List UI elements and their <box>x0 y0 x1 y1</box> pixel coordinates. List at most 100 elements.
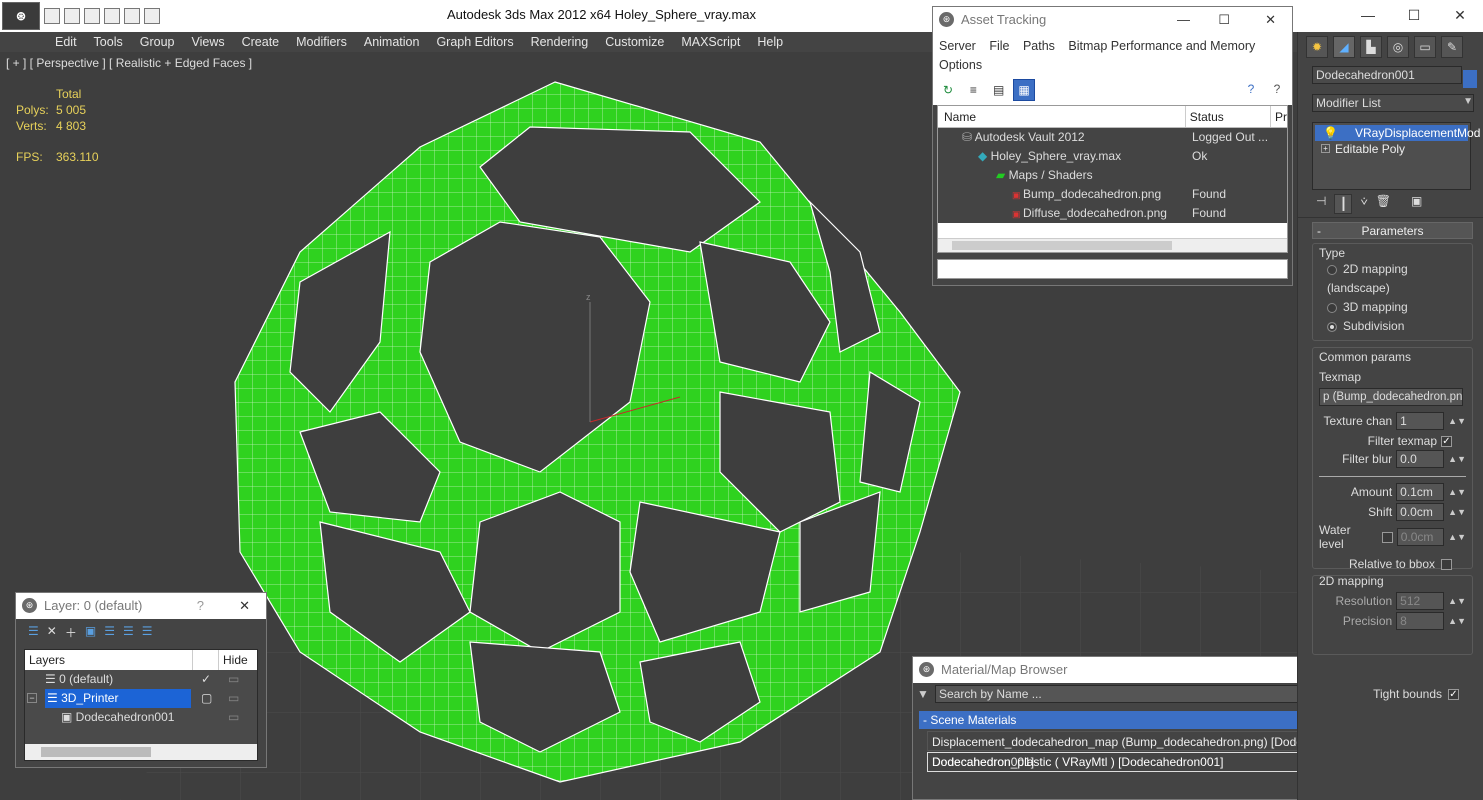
refresh-icon[interactable]: ↻ <box>937 80 959 102</box>
texmap-button[interactable]: p (Bump_dodecahedron.png) <box>1319 388 1463 406</box>
tight-bounds-row[interactable]: Tight bounds ✓ <box>1312 687 1473 701</box>
remove-modifier-icon[interactable]: 🗑 <box>1376 194 1391 213</box>
pin-stack-icon[interactable]: ⊣ <box>1316 194 1326 213</box>
help-icon[interactable]: ? <box>1240 79 1262 101</box>
motion-tab-icon[interactable]: ◎ <box>1387 36 1409 58</box>
make-unique-icon[interactable]: ⩒ <box>1360 194 1367 213</box>
hide-toggle[interactable]: ▭ <box>228 670 239 689</box>
collapse-icon[interactable]: − <box>27 693 37 703</box>
menu-group[interactable]: Group <box>140 32 187 52</box>
asset-minimize-button[interactable]: — <box>1177 7 1190 33</box>
layer-row[interactable]: − ☰ 3D_Printer ▢ ▭ <box>25 689 257 708</box>
filter-texmap-row[interactable]: Filter texmap ✓ <box>1319 434 1466 448</box>
layer-row[interactable]: ▣ Dodecahedron001 ▭ <box>25 708 257 727</box>
col-pr[interactable]: Pr <box>1271 106 1287 127</box>
tight-bounds-checkbox[interactable]: ✓ <box>1448 688 1459 700</box>
menu-views[interactable]: Views <box>191 32 236 52</box>
menu-create[interactable]: Create <box>242 32 292 52</box>
asset-menu-bitmap[interactable]: Bitmap Performance and Memory <box>1068 39 1255 53</box>
relative-bbox-checkbox[interactable] <box>1441 558 1452 570</box>
col-name[interactable]: Name <box>938 106 1186 127</box>
asset-tracking-titlebar[interactable]: ⊛ Asset Tracking — ☐ ✕ <box>933 7 1292 33</box>
minimize-button[interactable]: — <box>1345 0 1391 30</box>
table-view-icon[interactable]: ▦ <box>1013 79 1036 101</box>
layer-close-button[interactable]: ✕ <box>239 593 250 619</box>
asset-maximize-button[interactable]: ☐ <box>1218 7 1230 33</box>
utilities-tab-icon[interactable]: ✎ <box>1441 36 1463 58</box>
water-level-spinner[interactable]: ▲▼ <box>1448 532 1466 542</box>
create-tab-icon[interactable]: ✹ <box>1306 36 1328 58</box>
menu-modifiers[interactable]: Modifiers <box>296 32 359 52</box>
modifier-list-dropdown[interactable]: Modifier List <box>1312 94 1474 112</box>
menu-animation[interactable]: Animation <box>364 32 432 52</box>
filter-texmap-checkbox[interactable]: ✓ <box>1441 435 1452 447</box>
browser-options-icon[interactable]: ▼ <box>917 687 935 701</box>
context-help-icon[interactable]: ? <box>1266 79 1288 101</box>
type-radio-3d[interactable]: 3D mapping <box>1319 298 1466 317</box>
menu-help[interactable]: Help <box>757 32 795 52</box>
relative-bbox-row[interactable]: Relative to bbox <box>1319 557 1466 571</box>
shift-spinner[interactable]: ▲▼ <box>1448 507 1466 517</box>
layer-horizontal-scrollbar[interactable] <box>25 744 257 760</box>
asset-menu-paths[interactable]: Paths <box>1023 39 1055 53</box>
display-tab-icon[interactable]: ▭ <box>1414 36 1436 58</box>
col-hide[interactable]: Hide <box>219 650 248 670</box>
thumbnail-icon[interactable]: ▤ <box>987 80 1010 102</box>
shift-input[interactable]: 0.0cm <box>1396 503 1445 521</box>
bulb-icon[interactable]: 💡 <box>1323 125 1338 141</box>
resolution-input[interactable]: 512 <box>1396 592 1445 610</box>
layer-help-button[interactable]: ? <box>197 593 204 619</box>
amount-input[interactable]: 0.1cm <box>1396 483 1445 501</box>
layer-dialog-titlebar[interactable]: ⊛ Layer: 0 (default) ? ✕ <box>16 593 266 619</box>
configure-sets-icon[interactable]: ▣ <box>1411 194 1422 213</box>
menu-maxscript[interactable]: MAXScript <box>681 32 752 52</box>
hide-toggle[interactable]: ▭ <box>228 689 239 708</box>
precision-input[interactable]: 8 <box>1396 612 1445 630</box>
asset-close-button[interactable]: ✕ <box>1265 7 1276 33</box>
col-layers[interactable]: Layers <box>25 650 193 670</box>
delete-layer-icon[interactable]: ✕ <box>47 624 57 644</box>
new-layer-icon[interactable]: ☰ <box>28 624 39 644</box>
resolution-spinner[interactable]: ▲▼ <box>1448 596 1466 606</box>
list-icon[interactable]: ≡ <box>962 80 985 102</box>
stack-item-vraydisplacement[interactable]: 💡 VRayDisplacementMod <box>1315 125 1480 141</box>
menu-graph-editors[interactable]: Graph Editors <box>436 32 525 52</box>
hierarchy-tab-icon[interactable]: ▙ <box>1360 36 1382 58</box>
object-color-swatch[interactable] <box>1463 70 1477 88</box>
filter-blur-spinner[interactable]: ▲▼ <box>1448 454 1466 464</box>
add-to-layer-icon[interactable]: ＋ <box>65 624 77 644</box>
col-status[interactable]: Status <box>1186 106 1271 127</box>
current-layer-check-icon[interactable]: ✓ <box>201 670 211 689</box>
table-row[interactable]: ▣ Diffuse_dodecahedron.png Found <box>938 204 1287 223</box>
close-button[interactable]: ✕ <box>1437 0 1483 30</box>
asset-path-field[interactable] <box>937 259 1288 279</box>
menu-edit[interactable]: Edit <box>55 32 89 52</box>
expand-icon[interactable]: + <box>1321 144 1330 153</box>
menu-tools[interactable]: Tools <box>94 32 135 52</box>
filter-blur-input[interactable]: 0.0 <box>1396 450 1445 468</box>
layer-row[interactable]: ☰ 0 (default) ✓ ▭ <box>25 670 257 689</box>
stack-item-editable-poly[interactable]: + Editable Poly <box>1315 141 1468 157</box>
parameters-rollout-header[interactable]: - Parameters <box>1312 222 1473 239</box>
asset-menu-file[interactable]: File <box>989 39 1009 53</box>
water-level-checkbox[interactable] <box>1381 531 1393 543</box>
maximize-button[interactable]: ☐ <box>1391 0 1437 30</box>
table-row[interactable]: ▣ Bump_dodecahedron.png Found <box>938 185 1287 204</box>
viewport-label[interactable]: [ + ] [ Perspective ] [ Realistic + Edge… <box>6 56 252 70</box>
asset-menu-options[interactable]: Options <box>939 58 982 72</box>
select-objects-icon[interactable]: ▣ <box>85 624 96 644</box>
type-radio-2d[interactable]: 2D mapping (landscape) <box>1319 260 1466 298</box>
menu-rendering[interactable]: Rendering <box>531 32 601 52</box>
highlight-layer-icon[interactable]: ☰ <box>104 624 115 644</box>
hide-all-icon[interactable]: ☰ <box>123 624 134 644</box>
show-end-result-icon[interactable]: ┃ <box>1334 194 1353 214</box>
current-layer-toggle[interactable]: ▢ <box>201 689 212 708</box>
texture-chan-input[interactable]: 1 <box>1396 412 1445 430</box>
freeze-all-icon[interactable]: ☰ <box>142 624 153 644</box>
asset-horizontal-scrollbar[interactable] <box>938 238 1287 252</box>
precision-spinner[interactable]: ▲▼ <box>1448 616 1466 626</box>
table-row[interactable]: ▰ Maps / Shaders <box>938 166 1287 185</box>
object-name-field[interactable]: Dodecahedron001 <box>1312 66 1462 84</box>
hide-toggle[interactable]: ▭ <box>228 708 239 727</box>
type-radio-subdivision[interactable]: Subdivision <box>1319 317 1466 336</box>
